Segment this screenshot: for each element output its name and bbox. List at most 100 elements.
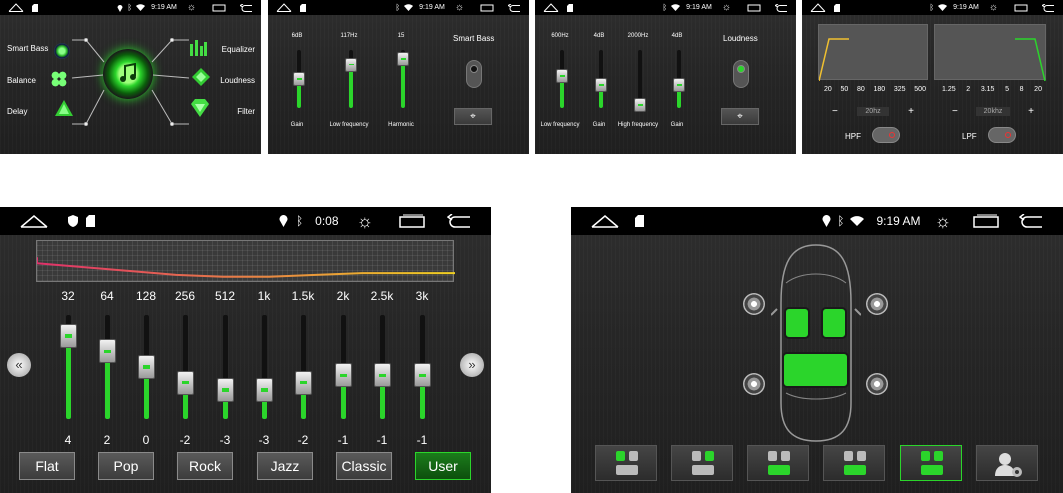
brightness-icon[interactable]: ☼ xyxy=(989,2,998,13)
seat-preset-button[interactable] xyxy=(823,445,885,481)
lpf-plus-button[interactable]: + xyxy=(1028,106,1034,117)
recent-apps-icon[interactable] xyxy=(399,214,425,228)
back-icon[interactable] xyxy=(1042,3,1055,12)
menu-item-smart-bass[interactable]: Smart Bass xyxy=(7,44,48,53)
sd-card-icon xyxy=(567,3,573,12)
seat-preset-button[interactable] xyxy=(595,445,657,481)
hpf-plus-button[interactable]: + xyxy=(908,106,914,117)
slider-knob[interactable] xyxy=(595,77,607,92)
recent-apps-icon[interactable] xyxy=(747,4,761,12)
lpf-minus-button[interactable]: − xyxy=(952,106,958,117)
equalizer-icon[interactable] xyxy=(189,38,207,56)
speaker-front-right xyxy=(866,293,888,315)
back-icon[interactable] xyxy=(447,214,471,228)
home-icon[interactable] xyxy=(810,3,826,12)
location-icon xyxy=(822,215,831,227)
back-icon[interactable] xyxy=(775,3,788,12)
brightness-icon[interactable]: ☼ xyxy=(357,211,374,232)
slider-knob[interactable] xyxy=(673,77,685,92)
home-icon[interactable] xyxy=(543,3,559,12)
hpf-tick-label: 325 xyxy=(893,86,906,93)
smart-bass-toggle[interactable] xyxy=(466,60,482,88)
smart-bass-reset-button[interactable]: ⌖ xyxy=(454,108,492,125)
seat-front-right[interactable] xyxy=(821,307,847,339)
smart-bass-icon[interactable] xyxy=(54,43,70,59)
filter-icon[interactable] xyxy=(191,99,209,117)
delay-icon[interactable] xyxy=(55,100,73,116)
menu-item-filter[interactable]: Filter xyxy=(237,107,255,116)
eq-band-knob[interactable] xyxy=(177,370,194,395)
bluetooth-icon: ᛒ xyxy=(662,3,668,12)
back-icon[interactable] xyxy=(508,3,521,12)
brightness-icon[interactable]: ☼ xyxy=(187,2,196,13)
clock: 9:19 AM xyxy=(953,4,979,11)
eq-prev-button[interactable]: « xyxy=(7,353,31,377)
brightness-icon[interactable]: ☼ xyxy=(935,211,952,232)
menu-item-balance[interactable]: Balance xyxy=(7,76,36,85)
eq-band-knob[interactable] xyxy=(138,355,155,379)
eq-band-knob[interactable] xyxy=(256,377,273,402)
seat-preset-button[interactable] xyxy=(671,445,733,481)
home-icon[interactable] xyxy=(591,214,619,228)
back-icon[interactable] xyxy=(1019,214,1043,228)
hpf-value: 20hz xyxy=(857,106,889,116)
recent-apps-icon[interactable] xyxy=(973,214,999,228)
eq-band-track[interactable] xyxy=(105,315,110,419)
eq-band-knob[interactable] xyxy=(99,339,116,364)
home-icon[interactable] xyxy=(20,214,48,228)
eq-band-knob[interactable] xyxy=(374,363,391,388)
slider-knob[interactable] xyxy=(397,51,409,66)
slider-knob[interactable] xyxy=(345,57,357,72)
eq-band-track[interactable] xyxy=(183,315,188,419)
preset-user-button[interactable]: User xyxy=(415,452,471,480)
recent-apps-icon[interactable] xyxy=(212,4,226,12)
preset-pop-button[interactable]: Pop xyxy=(98,452,154,480)
hpf-label: HPF xyxy=(845,132,861,141)
hpf-ticks: 20 50 80 180 325 500 xyxy=(824,86,926,93)
eq-band-track[interactable] xyxy=(223,315,228,419)
home-icon[interactable] xyxy=(8,3,24,12)
lpf-toggle[interactable] xyxy=(988,127,1016,143)
home-icon[interactable] xyxy=(276,3,292,12)
slider-knob[interactable] xyxy=(556,69,568,84)
seat-preset-button[interactable] xyxy=(747,445,809,481)
preset-jazz-button[interactable]: Jazz xyxy=(257,452,313,480)
eq-band-knob[interactable] xyxy=(295,370,312,395)
lpf-value: 20khz xyxy=(975,106,1011,116)
menu-item-equalizer[interactable]: Equalizer xyxy=(222,45,255,54)
eq-band-gain: -1 xyxy=(376,433,388,447)
loudness-reset-button[interactable]: ⌖ xyxy=(721,108,759,125)
eq-next-button[interactable]: » xyxy=(460,353,484,377)
recent-apps-icon[interactable] xyxy=(480,4,494,12)
menu-item-loudness[interactable]: Loudness xyxy=(220,76,255,85)
bluetooth-icon: ᛒ xyxy=(929,3,935,12)
slider-knob[interactable] xyxy=(293,72,305,86)
loudness-icon[interactable] xyxy=(192,68,210,86)
balance-icon[interactable] xyxy=(50,70,68,88)
eq-band-track[interactable] xyxy=(262,315,267,419)
seat-preset-button[interactable] xyxy=(900,445,962,481)
slider-knob[interactable] xyxy=(634,98,646,113)
preset-flat-button[interactable]: Flat xyxy=(19,452,75,480)
menu-item-delay[interactable]: Delay xyxy=(7,107,27,116)
eq-band-knob[interactable] xyxy=(414,363,431,388)
preset-rock-button[interactable]: Rock xyxy=(177,452,233,480)
brightness-icon[interactable]: ☼ xyxy=(455,2,464,13)
eq-band-knob[interactable] xyxy=(60,323,77,348)
recent-apps-icon[interactable] xyxy=(1014,4,1028,12)
hpf-minus-button[interactable]: − xyxy=(832,106,838,117)
shield-icon xyxy=(68,215,78,227)
back-icon[interactable] xyxy=(240,3,253,12)
eq-band-track[interactable] xyxy=(301,315,306,419)
eq-band-knob[interactable] xyxy=(217,377,234,402)
eq-band-gain: -3 xyxy=(258,433,270,447)
user-settings-button[interactable] xyxy=(976,445,1038,481)
preset-classic-button[interactable]: Classic xyxy=(336,452,392,480)
seat-rear-bench[interactable] xyxy=(782,352,849,388)
hpf-toggle[interactable] xyxy=(872,127,900,143)
brightness-icon[interactable]: ☼ xyxy=(722,2,731,13)
eq-band-knob[interactable] xyxy=(335,363,352,388)
seat-preset-icon xyxy=(921,451,943,475)
loudness-toggle[interactable] xyxy=(733,60,749,88)
seat-front-left[interactable] xyxy=(784,307,810,339)
